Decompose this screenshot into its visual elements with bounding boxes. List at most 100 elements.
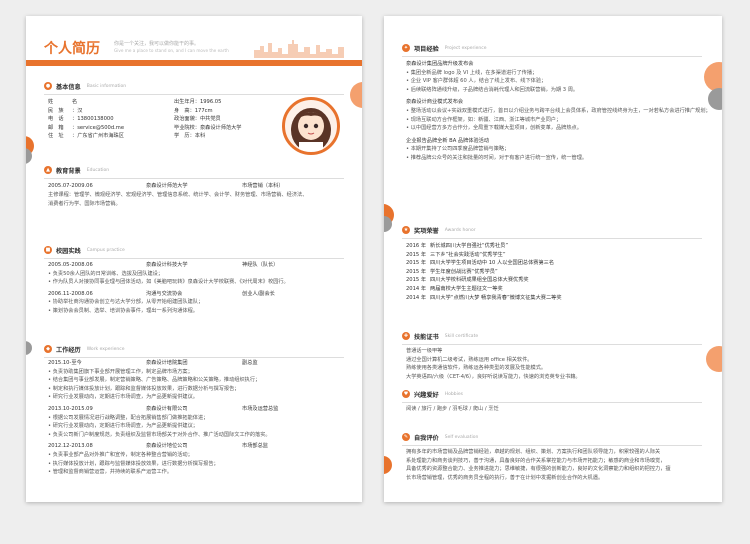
self-line: 拥有多年的市场营销及品牌营销经验，卓越的规划、组织、策划、方案执行和团队领导能力… — [406, 449, 661, 455]
basic-info-value: ：汉 — [72, 107, 83, 114]
awards-list: 2016 年新长城四川大学自强社“优秀社员” 2015 年三下乡”社会实践活动“优… — [406, 242, 562, 302]
edu-courses-line: 消费者行为学、国际市场营销。 — [48, 200, 121, 207]
entry-bullet: • 负责公司新门户制度规范，负责组织及监督市场部关于对外合作、推广活动国际文工作… — [48, 431, 271, 438]
graduation-cap-icon: ▲ — [44, 166, 52, 174]
basic-info-key: 住 址 — [48, 133, 64, 140]
edu-major: 市场营销（本科） — [242, 183, 284, 189]
entry-bullet: • 执行媒体投放计划，跟踪与监督媒体投放效果，进行数据分析撰写报告； — [48, 460, 219, 467]
basic-info-row: 身 高：177cm — [174, 107, 213, 114]
deco-circle — [26, 341, 32, 355]
award-year: 2015 年 — [406, 268, 427, 275]
basic-info-right: 出生年月：1996.05 身 高：177cm 政治面貌：中共党员 毕业院校：泉森设计师… — [174, 98, 241, 141]
entry-org: 泉森设计有限公司 — [146, 405, 188, 412]
award-row: 2015 年三下乡”社会实践活动“优秀学生” — [406, 251, 562, 260]
section-title: 教育背景 — [56, 167, 81, 175]
flag-icon: ■ — [44, 246, 52, 254]
entry-date: 2012.12-2013.08 — [48, 443, 93, 450]
basic-info-row: 毕业院校：泉森设计师范大学 — [174, 124, 242, 131]
award-row: 2014 年两届南校大学生主题征文一等奖 — [406, 285, 562, 294]
basic-info-value: ：service@500d.me — [72, 124, 125, 131]
certificate-icon: ✚ — [402, 332, 410, 340]
divider — [402, 56, 702, 57]
basic-info-row: 住 址 ：广东省广州市海珠区 — [48, 132, 124, 141]
trophy-icon: ★ — [402, 226, 410, 234]
entry-bullet: • 负责协助集团旗下事业部开展管理工作，制定品牌市场方案； — [48, 368, 193, 375]
entry-bullet: • 制定和执行媒体投放计划，跟踪和监督媒体投放效果，进行数据分析与撰写报告； — [48, 385, 240, 392]
basic-info-row: 民 族 ：汉 — [48, 107, 124, 116]
section-subtitle: Education — [86, 167, 110, 173]
self-lines: 拥有多年的市场营销及品牌营销经验，卓越的规划、组织、策划、方案执行和团队领导能力… — [406, 448, 671, 482]
section-awards: ★ 奖项荣誉 Awards honor — [402, 224, 476, 236]
entry-bullet: • 负责50余人团队的日常训练、选拔及团队建设； — [48, 270, 164, 277]
basic-info-key: 电 话 — [48, 116, 64, 123]
project-head: 企业报告品牌全新 BA 品牌体验活动 — [406, 137, 490, 144]
entry-date: 2006.11-2008.06 — [48, 290, 93, 297]
section-subtitle: Basic information — [86, 83, 127, 89]
edu-courses: 主修课程：管理学、微观经济学、宏观经济学、管理信息系统、统计学、会计学、财务管理… — [48, 191, 307, 208]
section-skills: ✚ 技能证书 Skill certificate — [402, 330, 478, 342]
hobby-text: 阅读 / 旅行 / 跑步 / 羽毛球 / 爬山 / 烹饪 — [406, 406, 499, 412]
section-campus: ■ 校园实践 Campus practice — [44, 244, 125, 256]
section-title: 项目经验 — [414, 45, 439, 53]
campus-entry: 2006.11-2008.06 沟通与交流协会 创业人/副会长 • 协助举社商沟通协会… — [48, 290, 289, 316]
award-row: 2015 年四川大学学生项目活动中 10 人以全国团总体赛第三名 — [406, 259, 562, 268]
divider — [402, 402, 702, 403]
section-subtitle: Work experience — [86, 346, 125, 352]
entry-bullet: • 推荐品牌公众号的关注和批量的时间，对于有客户进行统一宣传，统一管理。 — [406, 154, 588, 161]
section-project: ✦ 项目经验 Project experience — [402, 42, 487, 54]
comment-icon: ✎ — [402, 433, 410, 441]
section-subtitle: Project experience — [444, 45, 487, 51]
entry-bullet: • 负责事业部产品对外推广和宣传，制定各种整合营销的活动； — [48, 451, 193, 458]
edu-date: 2005.07-2009.06 — [48, 183, 93, 189]
award-text: 三下乡”社会实践活动“优秀学生” — [430, 251, 506, 258]
award-year: 2016 年 — [406, 243, 427, 249]
basic-info-value: 名 — [72, 99, 78, 105]
deco-circle — [384, 456, 392, 474]
section-subtitle: Skill certificate — [444, 333, 479, 339]
section-education: ▲ 教育背景 Education — [44, 164, 109, 176]
basic-info-key: 姓 — [48, 99, 54, 105]
section-title: 基本信息 — [56, 83, 81, 91]
entry-header: 2006.11-2008.06 沟通与交流协会 创业人/副会长 — [48, 290, 289, 299]
entry-header: 2015.10-至今 泉森设计培院集团 副总监 — [48, 359, 278, 368]
basic-info-row: 电 话 ：13800138000 — [48, 115, 124, 124]
campus-list: 2005.05-2008.06 泉森设计科技大学 神经队（队长） • 负责50余人团队… — [48, 261, 289, 316]
award-text: 新长城四川大学自强社“优秀社员” — [430, 243, 509, 249]
entry-header: 2005.05-2008.06 泉森设计科技大学 神经队（队长） — [48, 261, 289, 270]
self-line: 具备优秀的资源整合能力、业务推进能力；思维敏捷，有很强的创新能力，良好的文化洞察… — [406, 466, 671, 473]
deco-circle — [350, 82, 362, 108]
entry-bullet: • 作为队员人对接协同事业理与团体活动，如《美脑吧玩转》泉森设计大学校联赛、《对… — [48, 279, 289, 286]
motto-en: Give me a place to stand on, and I can m… — [114, 48, 229, 53]
work-entry: 2015.10-至今 泉森设计培院集团 副总监 • 负责协助集团旗下事业部开展管理工作… — [48, 359, 278, 402]
basic-info-row: 邮 箱 ：service@500d.me — [48, 124, 124, 133]
entry-date: 2015.10-至今 — [48, 360, 82, 366]
entry-bullet: • 策划协会会员制、选举、培训协会事件，理出一系列沟通体程。 — [48, 307, 198, 314]
work-entry: 2012.12-2013.08 泉森设计地位公司 市场部总监 • 负责事业部产品对外推… — [48, 442, 278, 476]
section-subtitle: Hobbies — [444, 391, 463, 397]
section-hobby: ♥ 兴趣爱好 Hobbies — [402, 388, 463, 400]
project-head: 泉森设计集团品牌升级发布会 — [406, 61, 474, 67]
section-title: 自我评价 — [414, 434, 439, 442]
award-row: 2015 年学生年度创战比赛“优秀学员” — [406, 268, 562, 277]
edu-courses-line: 主修课程：管理学、微观经济学、宏观经济学、管理信息系统、统计学、会计学、财务管理… — [48, 192, 308, 198]
section-subtitle: Campus practice — [86, 247, 125, 253]
basic-info-row: 姓名 — [48, 98, 124, 107]
entry-header: 2012.12-2013.08 泉森设计地位公司 市场部总监 — [48, 442, 278, 451]
user-icon: ● — [44, 82, 52, 90]
entry-org: 泉森设计科技大学 — [146, 262, 188, 268]
basic-info-row: 学 历：本科 — [174, 133, 206, 140]
section-title: 奖项荣誉 — [414, 227, 439, 235]
entry-bullet: • 现场互联动方合作框架，如：新疆、江西、浙江等城市产业同户； — [406, 116, 562, 123]
entry-bullet: • 研究行业发展动向，定期进行市场调查，为产品更新提供建议。 — [48, 394, 198, 401]
entry-bullet: • 整场活动以会议+实战双重模式进行，首日以介绍业务与跨平台线上会员体系，政府管… — [406, 107, 711, 114]
award-row: 2015 年四川大学校科研成果组全国总体大赛优秀奖 — [406, 276, 562, 285]
self-line: 长市场营销管理，优秀的商务员全程的执行，善于在计划中发掘新创业合作的大机遇。 — [406, 474, 604, 481]
header-band — [26, 60, 362, 66]
divider — [402, 445, 702, 446]
edu-entry-header: 2005.07-2009.06 泉森设计师范大学 市场营销（本科） — [48, 182, 284, 191]
award-text: 四川大学学生项目活动中 10 人以全国团总体赛第三名 — [430, 260, 555, 267]
section-work: ◆ 工作经历 Work experience — [44, 343, 125, 355]
project-entry: 泉森设计集团品牌升级发布会 • 集团全新品牌 logo 及 VI 上线，在多渠道进… — [406, 60, 711, 94]
entry-bullet: • 企业 VIP 客户群体超 60 人，结合了线上发布、线下体验； — [406, 78, 547, 85]
award-row: 2014 年四川大学“点燃川大梦 畅享我青春”微博文征集大赛二等奖 — [406, 294, 562, 303]
